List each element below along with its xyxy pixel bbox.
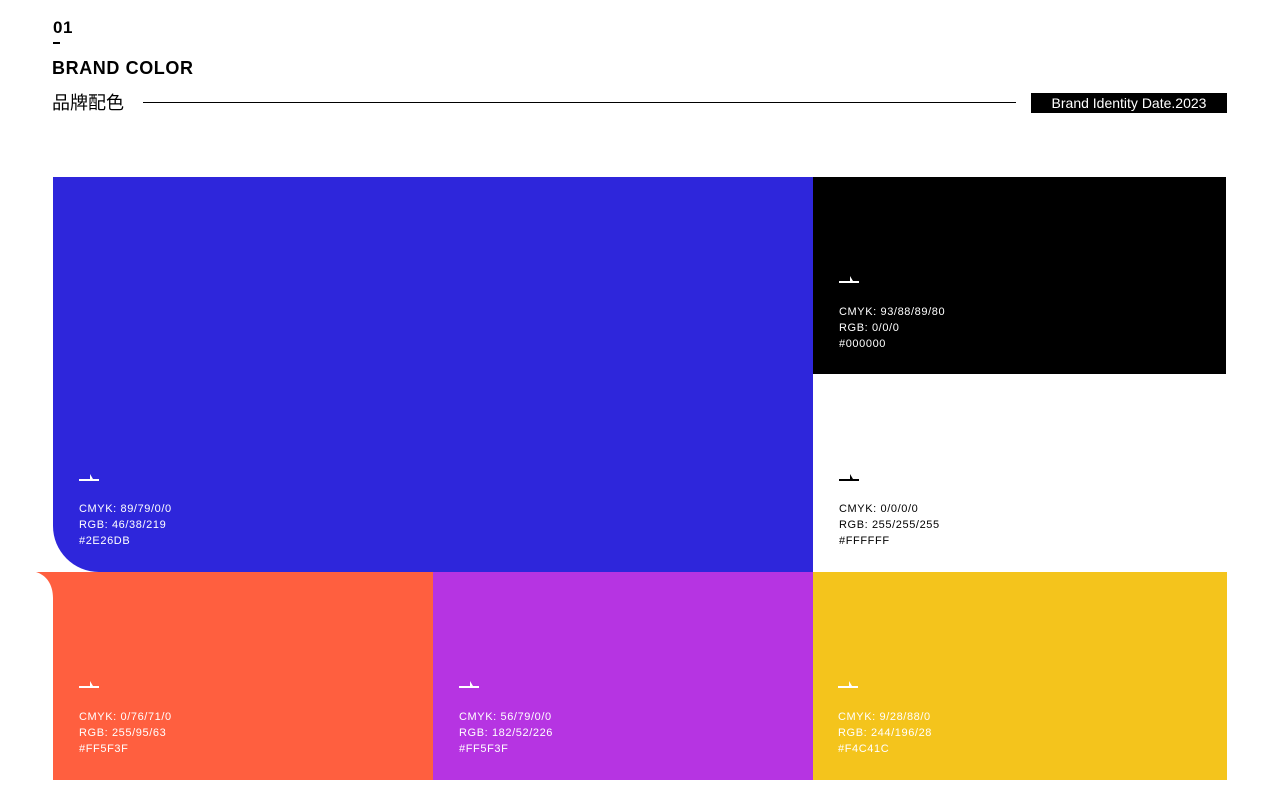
cmyk-value: CMYK: 0/0/0/0	[839, 503, 919, 515]
swatch-blue: CMYK: 89/79/0/0 RGB: 46/38/219 #2E26DB	[53, 177, 813, 572]
rgb-value: RGB: 182/52/226	[459, 727, 554, 739]
swatch-mark-icon	[459, 680, 479, 689]
hex-value: #FF5F3F	[459, 743, 509, 755]
hex-value: #F4C41C	[838, 743, 890, 755]
rgb-value: RGB: 244/196/28	[838, 727, 933, 739]
brand-identity-tag: Brand Identity Date.2023	[1031, 93, 1227, 113]
swatch-mark-icon	[839, 473, 859, 482]
hex-value: #FF5F3F	[79, 743, 129, 755]
section-number: 01	[53, 18, 73, 37]
swatch-purple: CMYK: 56/79/0/0 RGB: 182/52/226 #FF5F3F	[433, 572, 813, 780]
swatch-mark-icon	[839, 275, 859, 284]
section-number-underline	[53, 42, 60, 44]
header-divider	[143, 102, 1016, 103]
cmyk-value: CMYK: 9/28/88/0	[838, 711, 931, 723]
rgb-value: RGB: 255/95/63	[79, 727, 167, 739]
page-subtitle: 品牌配色	[52, 93, 124, 114]
rgb-value: RGB: 0/0/0	[839, 322, 900, 334]
rgb-value: RGB: 46/38/219	[79, 519, 167, 531]
swatch-mark-icon	[838, 680, 858, 689]
swatch-white: CMYK: 0/0/0/0 RGB: 255/255/255 #FFFFFF	[813, 374, 1226, 572]
swatch-mark-icon	[79, 680, 99, 689]
hex-value: #000000	[839, 338, 887, 350]
rgb-value: RGB: 255/255/255	[839, 519, 940, 531]
cmyk-value: CMYK: 93/88/89/80	[839, 306, 946, 318]
swatch-orange: CMYK: 0/76/71/0 RGB: 255/95/63 #FF5F3F	[53, 572, 433, 780]
page-title: BRAND COLOR	[52, 58, 194, 78]
cmyk-value: CMYK: 89/79/0/0	[79, 503, 172, 515]
swatch-yellow: CMYK: 9/28/88/0 RGB: 244/196/28 #F4C41C	[813, 572, 1227, 780]
cmyk-value: CMYK: 56/79/0/0	[459, 711, 552, 723]
swatch-mark-icon	[79, 473, 99, 482]
cmyk-value: CMYK: 0/76/71/0	[79, 711, 172, 723]
swatch-black: CMYK: 93/88/89/80 RGB: 0/0/0 #000000	[813, 177, 1226, 374]
hex-value: #FFFFFF	[839, 535, 890, 547]
hex-value: #2E26DB	[79, 535, 131, 547]
